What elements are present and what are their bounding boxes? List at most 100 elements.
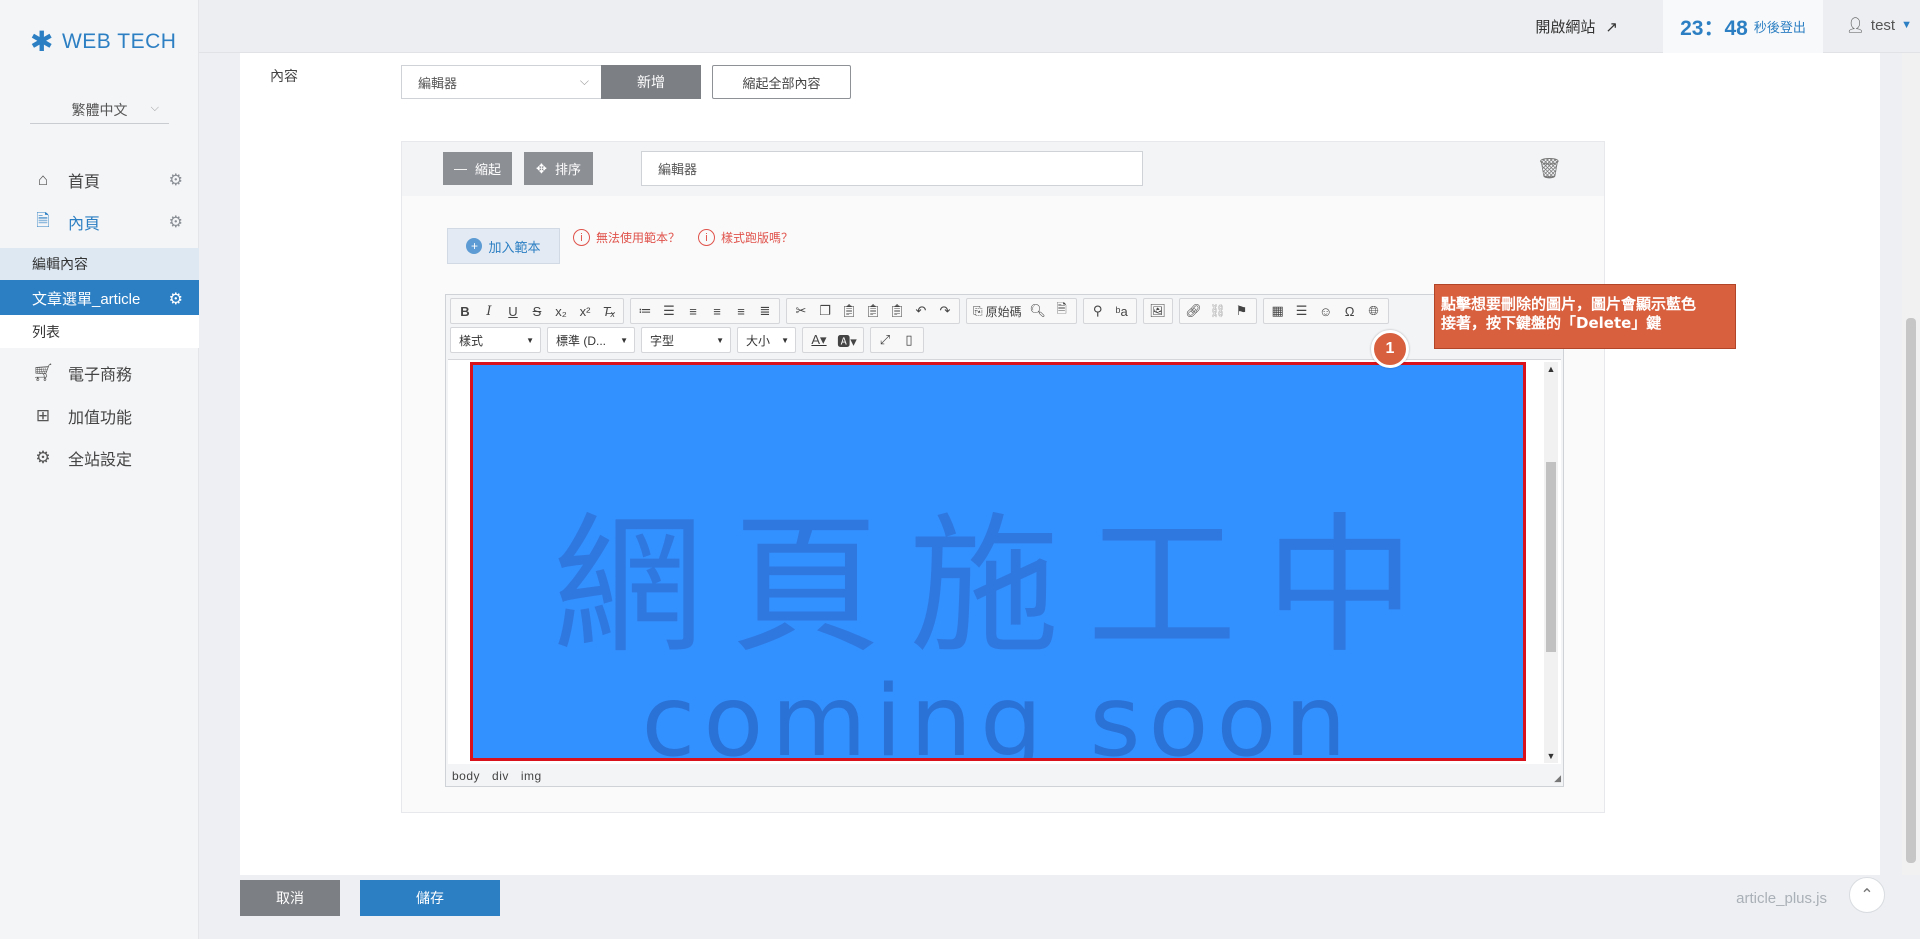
language-value: 繁體中文: [71, 101, 128, 118]
page-scrollbar[interactable]: [1902, 53, 1920, 875]
add-block-button[interactable]: 新增: [601, 65, 701, 99]
brand-logo[interactable]: ✱ WEB TECH: [30, 28, 176, 56]
anchor-flag-icon[interactable]: ⚑: [1230, 300, 1254, 322]
help-template-link[interactable]: i 無法使用範本？: [573, 229, 680, 246]
omega-icon[interactable]: Ω: [1338, 300, 1362, 322]
editor-toolbar-row-1: B I U S x₂ x² T̶ₓ ≔ ☰ ≡ ≡ ≡ ≣ ✂ ❐ 📋︎ 📋︎ …: [450, 298, 1395, 324]
cancel-button[interactable]: 取消: [240, 880, 340, 916]
paste-word-icon[interactable]: 📋︎: [885, 300, 909, 322]
path-item[interactable]: div: [492, 769, 509, 783]
undo-icon[interactable]: ↶: [909, 300, 933, 322]
minus-icon: —: [453, 161, 467, 176]
collapse-all-button[interactable]: 縮起全部內容: [712, 65, 851, 99]
paste-icon[interactable]: 📋︎: [837, 300, 861, 322]
background-color-icon[interactable]: 🅰︎▾: [833, 329, 861, 351]
align-right-icon[interactable]: ≡: [729, 300, 753, 322]
toolbar-group-clipboard: ✂ ❐ 📋︎ 📋︎ 📋︎ ↶ ↷: [786, 298, 960, 324]
maximize-icon[interactable]: ⤢: [873, 329, 897, 351]
sidebar-item-addons[interactable]: ⊞ 加值功能: [0, 399, 199, 433]
block-title-input[interactable]: 編輯器: [641, 151, 1143, 186]
caret-down-icon: ▼: [781, 335, 789, 345]
numbered-list-icon[interactable]: ≔: [633, 300, 657, 322]
align-center-icon[interactable]: ≡: [705, 300, 729, 322]
path-item[interactable]: img: [521, 769, 542, 783]
underline-icon[interactable]: U: [501, 300, 525, 322]
selected-image[interactable]: 網頁施工中 coming soon: [470, 362, 1526, 761]
page-scroll-thumb[interactable]: [1906, 318, 1916, 863]
save-button[interactable]: 儲存: [360, 880, 500, 916]
back-to-top-button[interactable]: ⌃: [1849, 877, 1885, 913]
paste-text-icon[interactable]: 📋︎: [861, 300, 885, 322]
sidebar-item-pages[interactable]: 🗎 內頁 ⚙: [0, 205, 199, 239]
editor-scroll-thumb[interactable]: [1546, 462, 1556, 652]
sidebar-item-ecommerce[interactable]: 🛒︎ 電子商務: [0, 356, 199, 390]
timer-value: 23：48: [1680, 16, 1748, 40]
submenu-item-edit-content[interactable]: 編輯內容: [0, 248, 199, 282]
block-type-select[interactable]: 編輯器 ⌵: [401, 65, 601, 99]
align-left-icon[interactable]: ≡: [681, 300, 705, 322]
unlink-icon[interactable]: ⛓: [1206, 300, 1230, 322]
gear-icon[interactable]: ⚙: [169, 289, 183, 309]
home-icon: ⌂: [37, 170, 49, 189]
chevron-down-icon: ⌵: [579, 74, 589, 88]
user-menu[interactable]: 👤︎ test ▼: [1845, 16, 1912, 35]
style-combo[interactable]: 樣式 ▼: [450, 327, 541, 353]
cart-icon: 🛒︎: [32, 363, 54, 382]
image-icon[interactable]: 🖼︎: [1146, 300, 1170, 322]
find-icon[interactable]: ⚲: [1086, 300, 1110, 322]
size-combo[interactable]: 大小 ▼: [737, 327, 796, 353]
scroll-down-icon[interactable]: ▼: [1544, 751, 1558, 761]
gear-icon[interactable]: ⚙: [169, 170, 183, 190]
sort-block-button[interactable]: ✥ 排序: [524, 152, 593, 185]
sidebar-item-home[interactable]: ⌂ 首頁 ⚙: [0, 163, 199, 197]
gear-icon[interactable]: ⚙: [169, 212, 183, 232]
caret-down-icon: ▼: [620, 335, 628, 345]
superscript-icon[interactable]: x²: [573, 300, 597, 322]
copy-icon[interactable]: ❐: [813, 300, 837, 322]
format-combo[interactable]: 標準 (D... ▼: [547, 327, 635, 353]
open-site-link[interactable]: 開啟網站 ↗: [1535, 16, 1618, 37]
step-number-badge: 1: [1371, 330, 1409, 368]
collapse-block-button[interactable]: — 縮起: [443, 152, 512, 185]
font-combo[interactable]: 字型 ▼: [641, 327, 731, 353]
toolbar-group-image: 🖼︎: [1142, 298, 1173, 324]
source-button[interactable]: ⎘ 原始碼: [969, 300, 1026, 322]
preview-icon[interactable]: 🔍︎: [1026, 300, 1050, 322]
iframe-globe-icon[interactable]: 🌐︎: [1362, 300, 1386, 322]
editor-toolbar-row-2: 樣式 ▼ 標準 (D... ▼ 字型 ▼ 大小 ▼ A▾ 🅰︎▾ ⤢ ▯: [450, 327, 930, 353]
show-blocks-icon[interactable]: ▯: [897, 329, 921, 351]
submenu-item-article-menu[interactable]: 文章選單_article ⚙: [0, 282, 199, 315]
italic-icon[interactable]: I: [477, 300, 501, 322]
smiley-icon[interactable]: ☺: [1314, 300, 1338, 322]
redo-icon[interactable]: ↷: [933, 300, 957, 322]
horizontal-line-icon[interactable]: ☰: [1290, 300, 1314, 322]
bulleted-list-icon[interactable]: ☰: [657, 300, 681, 322]
path-item[interactable]: body: [452, 769, 480, 783]
editor-scrollbar[interactable]: ▲ ▼: [1544, 362, 1558, 763]
bold-icon[interactable]: B: [453, 300, 477, 322]
sidebar-item-site-settings[interactable]: ⚙ 全站設定: [0, 441, 199, 475]
language-select[interactable]: 繁體中文 ⌵: [30, 96, 169, 124]
link-icon[interactable]: 🔗︎: [1182, 300, 1206, 322]
align-justify-icon[interactable]: ≣: [753, 300, 777, 322]
text-color-icon[interactable]: A▾: [805, 329, 833, 351]
remove-format-icon[interactable]: T̶ₓ: [597, 300, 621, 322]
user-icon: 👤︎: [1845, 17, 1865, 34]
table-icon[interactable]: ▦: [1266, 300, 1290, 322]
strikethrough-icon[interactable]: S: [525, 300, 549, 322]
editor-content-area[interactable]: 網頁施工中 coming soon ▲ ▼: [448, 359, 1561, 764]
callout-line-2: 接著，按下鍵盤的「Delete」鍵: [1441, 314, 1662, 332]
help-template-label: 無法使用範本？: [596, 231, 681, 245]
submenu-item-list[interactable]: 列表: [0, 315, 199, 348]
help-layout-link[interactable]: i 樣式跑版嗎？: [698, 229, 793, 246]
sidebar-item-label: 內頁: [68, 216, 101, 233]
subscript-icon[interactable]: x₂: [549, 300, 573, 322]
resize-handle-icon[interactable]: ◢: [1554, 773, 1561, 784]
scroll-up-icon[interactable]: ▲: [1544, 364, 1558, 374]
external-link-icon: ↗: [1605, 18, 1618, 36]
add-template-button[interactable]: + 加入範本: [447, 228, 560, 264]
templates-icon[interactable]: 🗎: [1050, 300, 1074, 322]
cut-icon[interactable]: ✂: [789, 300, 813, 322]
replace-icon[interactable]: ᵇa: [1110, 300, 1134, 322]
trash-icon[interactable]: 🗑︎: [1537, 156, 1562, 181]
